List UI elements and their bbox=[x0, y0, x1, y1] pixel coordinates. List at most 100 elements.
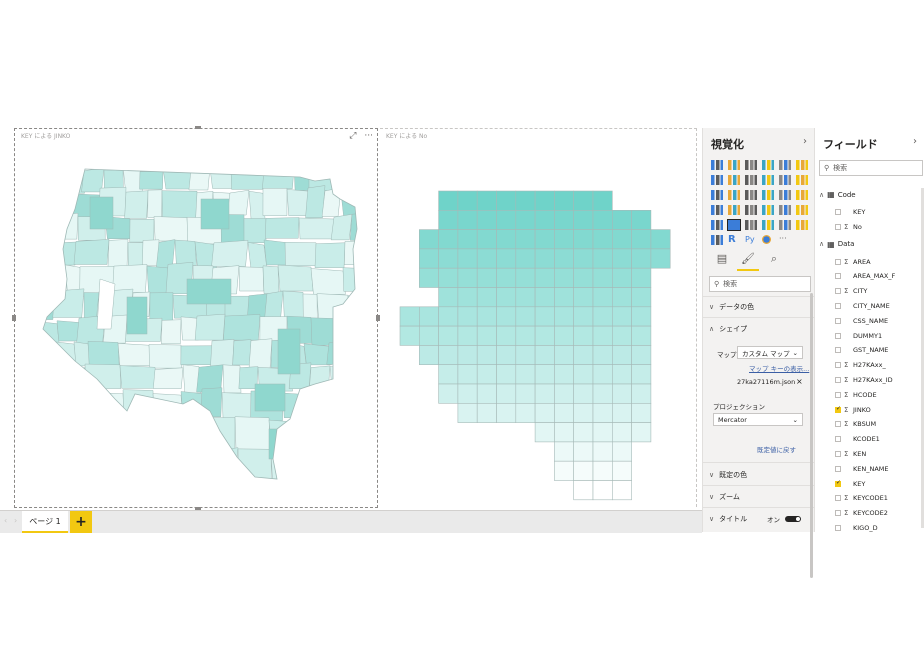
field-item[interactable]: Σ KEYCODE1 bbox=[835, 494, 888, 502]
checkbox[interactable] bbox=[835, 510, 841, 517]
checkbox[interactable] bbox=[835, 273, 841, 280]
visual-type-icon[interactable] bbox=[762, 220, 774, 230]
field-item[interactable]: Σ KEYCODE2 bbox=[835, 509, 888, 517]
field-item[interactable]: Σ H27KAxx_ID bbox=[835, 376, 893, 384]
chevron-right-icon[interactable]: › bbox=[913, 136, 917, 147]
visual-type-icon[interactable] bbox=[762, 205, 774, 215]
field-item[interactable]: DUMMY1 bbox=[835, 332, 882, 340]
visual-type-icon[interactable] bbox=[779, 175, 791, 185]
projection-select[interactable]: Mercator ⌄ bbox=[713, 413, 803, 426]
map-type-select[interactable]: カスタム マップ ⌄ bbox=[737, 346, 803, 359]
field-item[interactable]: KEN_NAME bbox=[835, 465, 889, 473]
checkbox[interactable] bbox=[835, 362, 841, 369]
checkbox[interactable] bbox=[835, 347, 841, 354]
visual-type-icon[interactable] bbox=[711, 205, 723, 215]
format-search-input[interactable]: ⚲ 検索 bbox=[709, 276, 811, 292]
section-data-colors[interactable]: ∨ データの色 bbox=[709, 302, 754, 312]
checkbox[interactable] bbox=[835, 495, 841, 502]
visual-type-icon[interactable] bbox=[779, 220, 791, 230]
section-default-color[interactable]: ∨ 既定の色 bbox=[709, 470, 747, 480]
visual-type-icon[interactable] bbox=[745, 205, 757, 215]
title-toggle[interactable] bbox=[785, 516, 801, 522]
shape-map-no[interactable]: KEY による No bbox=[380, 128, 697, 507]
fields-tab-icon[interactable]: ▤ bbox=[715, 252, 729, 266]
visual-type-icon[interactable] bbox=[728, 205, 740, 215]
field-item[interactable]: CSS_NAME bbox=[835, 317, 888, 325]
field-item[interactable]: Σ AREA bbox=[835, 258, 871, 266]
checkbox[interactable] bbox=[835, 451, 841, 457]
visual-type-icon[interactable] bbox=[762, 235, 771, 244]
field-item[interactable]: Σ KBSUM bbox=[835, 420, 876, 428]
reset-default-link[interactable]: 既定値に戻す bbox=[757, 444, 796, 454]
checkbox[interactable] bbox=[835, 421, 841, 428]
visual-type-icon[interactable]: Py bbox=[745, 235, 757, 245]
checkbox[interactable] bbox=[835, 391, 841, 398]
field-item[interactable]: Σ No bbox=[835, 223, 862, 231]
close-icon[interactable]: × bbox=[796, 377, 803, 386]
checkbox[interactable] bbox=[835, 405, 841, 413]
checkbox[interactable] bbox=[835, 377, 841, 383]
checkbox[interactable] bbox=[835, 288, 841, 295]
field-item[interactable]: Σ KEN bbox=[835, 450, 866, 458]
section-title[interactable]: ∨ タイトル bbox=[709, 514, 747, 524]
table-group[interactable]: ∧ ▦ Data bbox=[819, 240, 854, 249]
visual-type-icon[interactable] bbox=[796, 205, 808, 215]
chevron-right-icon[interactable]: › bbox=[14, 516, 17, 525]
visual-type-icon[interactable] bbox=[745, 220, 757, 230]
visual-type-icon[interactable] bbox=[779, 160, 791, 170]
field-item[interactable]: CITY_NAME bbox=[835, 302, 890, 310]
chevron-right-icon[interactable]: › bbox=[803, 136, 807, 147]
checkbox[interactable] bbox=[835, 303, 841, 309]
table-group[interactable]: ∧ ▦ Code bbox=[819, 190, 856, 199]
visual-type-icon[interactable]: R bbox=[728, 235, 740, 245]
field-item[interactable]: Σ CITY bbox=[835, 287, 867, 295]
checkbox[interactable] bbox=[835, 436, 841, 443]
visual-type-icon[interactable] bbox=[728, 190, 740, 200]
checkbox[interactable] bbox=[835, 317, 841, 324]
visual-type-icon[interactable] bbox=[762, 175, 774, 185]
visual-type-icon[interactable] bbox=[796, 175, 808, 185]
field-item[interactable]: Σ H27KAxx_ bbox=[835, 361, 886, 369]
visual-type-icon[interactable] bbox=[728, 160, 740, 170]
visual-type-icon[interactable] bbox=[711, 220, 723, 230]
grid-tile-map[interactable] bbox=[380, 129, 696, 507]
visual-type-icon[interactable] bbox=[711, 190, 723, 200]
shape-map-icon[interactable] bbox=[727, 219, 741, 231]
visual-type-icon[interactable] bbox=[796, 220, 808, 230]
more-visuals-icon[interactable]: ··· bbox=[779, 235, 791, 245]
visual-type-icon[interactable] bbox=[796, 190, 808, 200]
visual-type-icon[interactable] bbox=[728, 175, 740, 185]
field-item[interactable]: KEY bbox=[835, 479, 865, 488]
visual-type-icon[interactable] bbox=[711, 160, 723, 170]
checkbox[interactable] bbox=[835, 479, 841, 487]
scrollbar[interactable] bbox=[810, 293, 813, 578]
add-page-button[interactable]: + bbox=[70, 511, 92, 533]
field-item[interactable]: KIGO_D bbox=[835, 524, 878, 532]
visual-type-icon[interactable] bbox=[796, 160, 808, 170]
checkbox[interactable] bbox=[835, 223, 841, 230]
field-item[interactable]: KCODE1 bbox=[835, 435, 880, 443]
checkbox[interactable] bbox=[835, 525, 841, 531]
page-tab-1[interactable]: ページ 1 bbox=[22, 511, 68, 533]
visual-type-icon[interactable] bbox=[745, 160, 757, 170]
analytics-magnifier-icon[interactable]: ⌕ bbox=[767, 252, 781, 266]
visual-type-icon[interactable] bbox=[711, 175, 723, 185]
chevron-left-icon[interactable]: ‹ bbox=[4, 516, 7, 525]
shape-map-jinko[interactable]: KEY による JINKO ⤢ ··· bbox=[12, 126, 380, 510]
visual-type-icon[interactable] bbox=[762, 160, 774, 170]
visual-type-icon[interactable] bbox=[745, 190, 757, 200]
visual-type-icon[interactable] bbox=[711, 235, 723, 245]
visual-type-icon[interactable] bbox=[762, 190, 774, 200]
visual-type-icon[interactable] bbox=[745, 175, 757, 185]
section-zoom[interactable]: ∨ ズーム bbox=[709, 492, 740, 502]
checkbox[interactable] bbox=[835, 465, 841, 472]
checkbox[interactable] bbox=[835, 258, 841, 265]
visual-type-icon[interactable] bbox=[779, 190, 791, 200]
map-key-link[interactable]: マップ キーの表示... bbox=[749, 363, 809, 373]
visual-type-icon[interactable] bbox=[779, 205, 791, 215]
checkbox[interactable] bbox=[835, 209, 841, 215]
format-paint-roller-icon[interactable]: 🖌 bbox=[741, 252, 755, 266]
field-item[interactable]: AREA_MAX_F bbox=[835, 272, 895, 280]
field-item[interactable]: GST_NAME bbox=[835, 346, 888, 354]
field-item[interactable]: Σ HCODE bbox=[835, 391, 877, 399]
